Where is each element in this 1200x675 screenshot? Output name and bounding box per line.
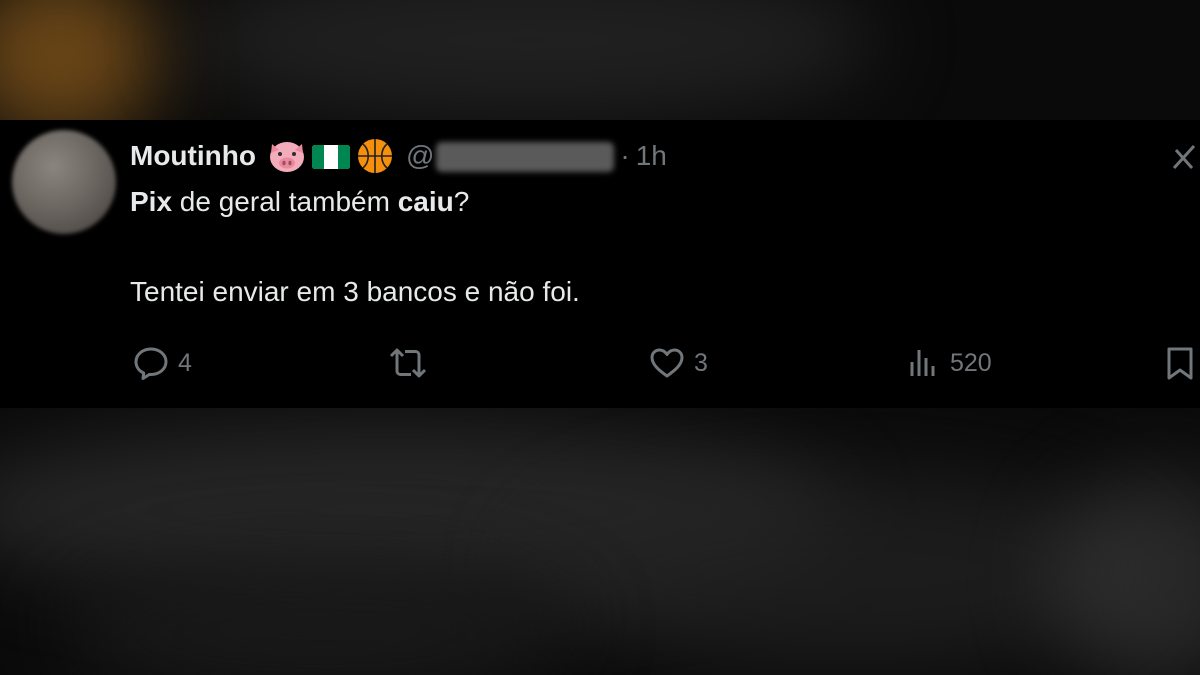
author-handle[interactable]: @	[405, 139, 615, 173]
separator-dot: ·	[620, 140, 630, 171]
like-count: 3	[694, 348, 708, 377]
bold-word-caiu: caiu	[397, 186, 454, 217]
background-blob	[180, 0, 880, 120]
reply-button[interactable]: 4	[132, 340, 192, 386]
avatar[interactable]	[12, 130, 116, 234]
flag-nigeria-emoji	[311, 145, 350, 169]
tweet-header: Moutinho @ · 1h	[130, 136, 667, 176]
name-emojis	[266, 136, 396, 176]
reply-count: 4	[178, 348, 192, 377]
screenshot-stage: Moutinho @ · 1h Pix de geral também caiu…	[0, 0, 1200, 675]
tweet-actions: 4 3 520	[0, 340, 1200, 386]
basketball-emoji	[357, 139, 392, 173]
author-name[interactable]: Moutinho	[130, 140, 256, 172]
handle-prefix: @	[405, 139, 435, 171]
tweet-line-2: Tentei enviar em 3 bancos e não foi.	[130, 276, 580, 307]
like-button[interactable]: 3	[648, 340, 708, 386]
tweet-text: Pix de geral também caiu? Tentei enviar …	[130, 182, 580, 312]
reply-icon	[134, 347, 168, 380]
heart-icon	[650, 348, 684, 378]
bookmark-icon	[1167, 347, 1193, 380]
tweet-time[interactable]: 1h	[636, 140, 667, 172]
pig-face-emoji	[269, 142, 304, 172]
retweet-button[interactable]	[386, 340, 438, 386]
bookmark-button[interactable]	[1164, 340, 1196, 386]
redacted-handle	[436, 142, 615, 173]
tweet-card[interactable]: Moutinho @ · 1h Pix de geral também caiu…	[0, 120, 1200, 408]
views-button[interactable]: 520	[906, 340, 992, 386]
text-segment: de geral também	[172, 186, 398, 217]
background-blob	[0, 0, 160, 140]
bold-word-pix: Pix	[130, 186, 173, 217]
more-icon[interactable]	[1172, 142, 1196, 172]
retweet-icon	[389, 348, 427, 378]
views-count: 520	[950, 348, 992, 377]
text-segment: ?	[453, 186, 470, 217]
tweet-line-1: Pix de geral também caiu?	[130, 186, 469, 217]
views-icon	[910, 350, 935, 376]
